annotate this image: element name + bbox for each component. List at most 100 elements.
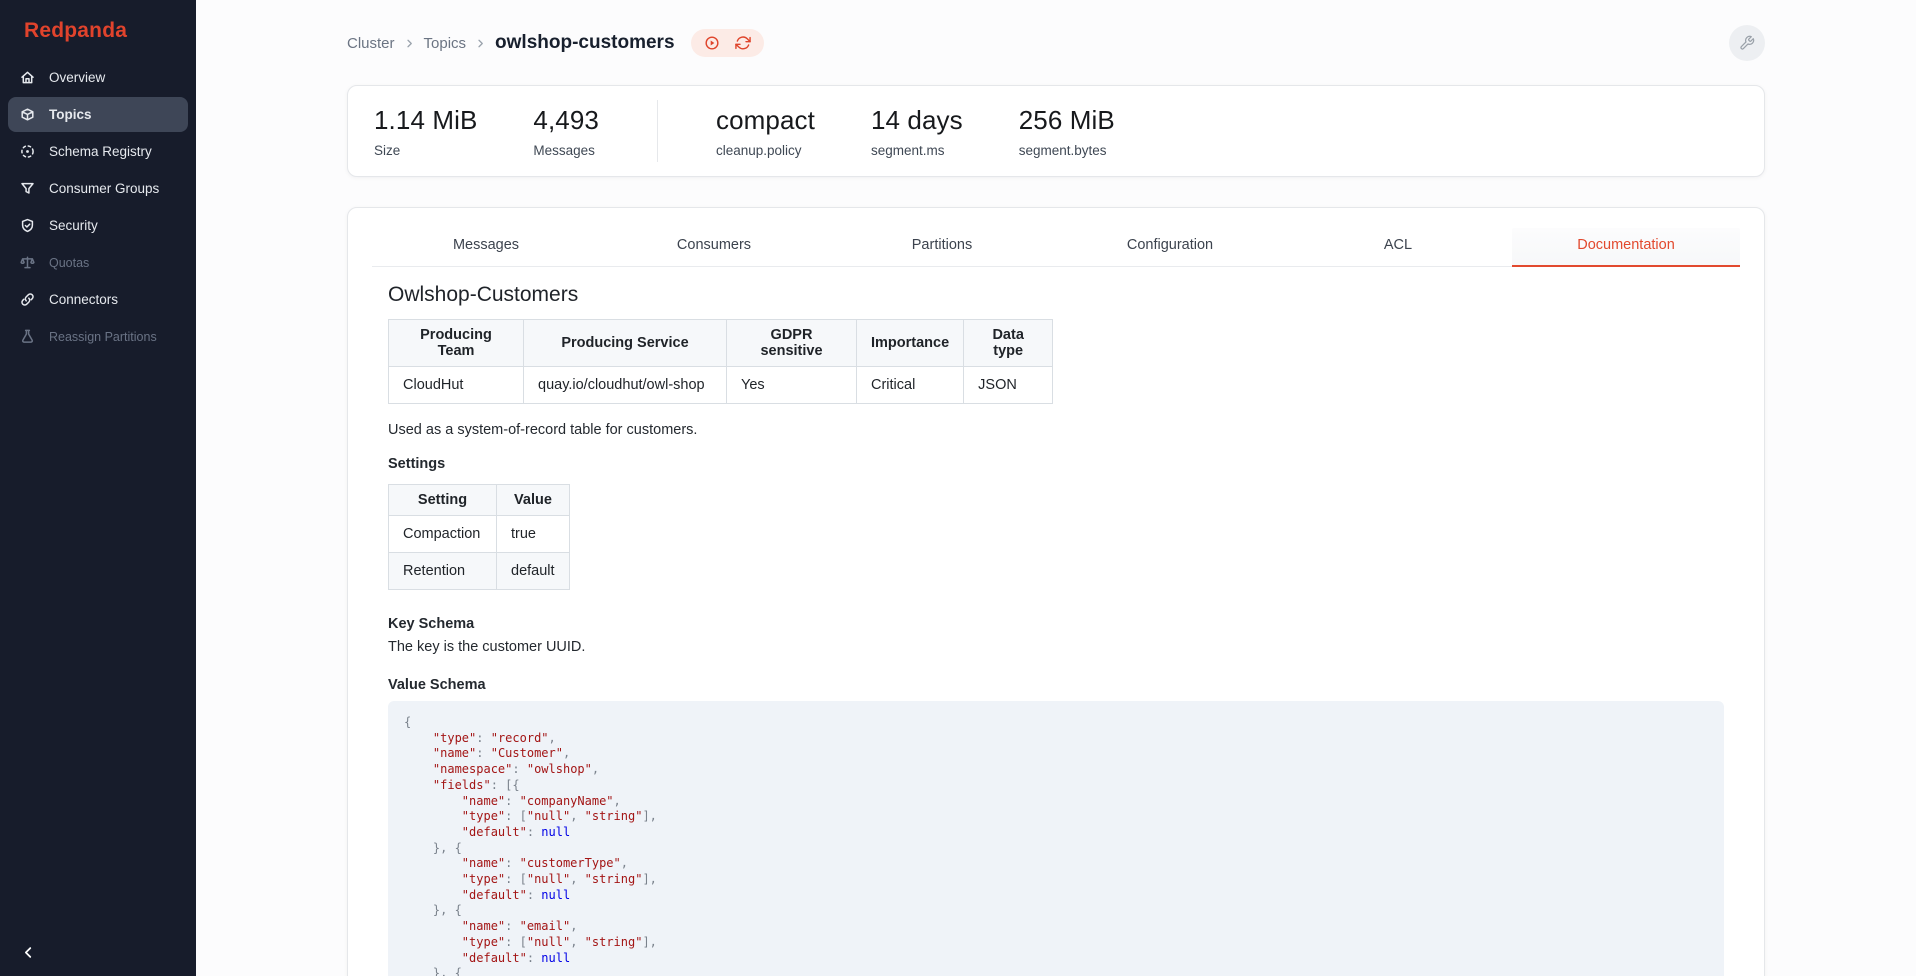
producing-info-table: Producing TeamProducing ServiceGDPR sens… (388, 319, 1053, 404)
sidebar-item-consumer-groups[interactable]: Consumer Groups (8, 171, 188, 206)
sidebar-item-schema-registry[interactable]: Schema Registry (8, 134, 188, 169)
sidebar: Redpanda Overview Topics Schema Registry… (0, 0, 196, 976)
table-cell: CloudHut (389, 367, 524, 404)
column-header-setting: Setting (389, 485, 497, 516)
code-line: "name": "Customer", (404, 746, 1708, 762)
chevron-right-icon (475, 38, 486, 49)
code-line: { (404, 715, 1708, 731)
tab-documentation[interactable]: Documentation (1512, 228, 1740, 267)
column-header-value: Value (497, 485, 570, 516)
admin-tools-button[interactable] (1729, 25, 1765, 61)
tab-acl[interactable]: ACL (1284, 228, 1512, 267)
doc-title: Owlshop-Customers (388, 283, 1724, 307)
sidebar-item-reassign-partitions[interactable]: Reassign Partitions (8, 319, 188, 354)
main-area: Cluster Topics owlshop-customers 1.14 MiB … (196, 0, 1916, 976)
sidebar-item-security[interactable]: Security (8, 208, 188, 243)
stat-segment-bytes: 256 MiB segment.bytes (1019, 105, 1115, 158)
table-cell: default (497, 553, 570, 590)
stat-label: segment.bytes (1019, 143, 1115, 158)
table-cell: Compaction (389, 516, 497, 553)
schema-registry-icon (19, 143, 36, 160)
stat-label: Size (374, 143, 477, 158)
stat-label: cleanup.policy (716, 143, 815, 158)
code-line: "type": "record", (404, 731, 1708, 747)
tab-partitions[interactable]: Partitions (828, 228, 1056, 267)
sidebar-item-quotas[interactable]: Quotas (8, 245, 188, 280)
code-line: "type": ["null", "string"], (404, 935, 1708, 951)
column-header-producing-team: Producing Team (389, 320, 524, 367)
tab-configuration[interactable]: Configuration (1056, 228, 1284, 267)
code-line: "name": "companyName", (404, 794, 1708, 810)
code-line: }, { (404, 966, 1708, 976)
stat-messages: 4,493 Messages (533, 105, 599, 158)
stat-label: segment.ms (871, 143, 963, 158)
column-header-data-type: Data type (964, 320, 1053, 367)
reassign-partitions-icon (19, 328, 36, 345)
code-line: "default": null (404, 825, 1708, 841)
code-line: }, { (404, 841, 1708, 857)
stat-value: 4,493 (533, 105, 599, 136)
redpanda-logo[interactable]: Redpanda (0, 0, 196, 44)
play-circle-icon (704, 35, 720, 51)
code-line: "fields": [{ (404, 778, 1708, 794)
table-row: CloudHutquay.io/cloudhut/owl-shopYesCrit… (389, 367, 1053, 404)
table-cell: quay.io/cloudhut/owl-shop (524, 367, 727, 404)
table-cell: true (497, 516, 570, 553)
topic-detail-card: MessagesConsumersPartitionsConfiguration… (347, 207, 1765, 976)
breadcrumb-current: owlshop-customers (495, 32, 674, 54)
home-icon (19, 69, 36, 86)
sidebar-item-overview[interactable]: Overview (8, 60, 188, 95)
tab-bar: MessagesConsumersPartitionsConfiguration… (372, 228, 1740, 267)
security-icon (19, 217, 36, 234)
code-line: "name": "customerType", (404, 856, 1708, 872)
topics-icon (19, 106, 36, 123)
refresh-icon (735, 35, 751, 51)
quotas-icon (19, 254, 36, 271)
sidebar-item-topics[interactable]: Topics (8, 97, 188, 132)
topic-actions (691, 29, 764, 57)
code-line: "type": ["null", "string"], (404, 872, 1708, 888)
topic-stats-card: 1.14 MiB Size 4,493 Messages compact cle… (347, 85, 1765, 177)
wrench-icon (1739, 35, 1755, 51)
code-line: }, { (404, 903, 1708, 919)
table-cell: Yes (727, 367, 857, 404)
column-header-gdpr-sensitive: GDPR sensitive (727, 320, 857, 367)
consumer-groups-icon (19, 180, 36, 197)
tab-consumers[interactable]: Consumers (600, 228, 828, 267)
connectors-icon (19, 291, 36, 308)
stat-value: 14 days (871, 105, 963, 136)
sidebar-collapse-button[interactable] (16, 940, 40, 964)
table-cell: Critical (857, 367, 964, 404)
stat-segment-ms: 14 days segment.ms (871, 105, 963, 158)
tab-messages[interactable]: Messages (372, 228, 600, 267)
code-line: "name": "email", (404, 919, 1708, 935)
table-cell: JSON (964, 367, 1053, 404)
settings-heading: Settings (388, 456, 1724, 472)
breadcrumb: Cluster Topics owlshop-customers (347, 32, 675, 54)
sidebar-item-connectors[interactable]: Connectors (8, 282, 188, 317)
value-schema-code-block: { "type": "record", "name": "Customer", … (388, 701, 1724, 976)
key-schema-heading: Key Schema (388, 616, 1724, 632)
value-schema-heading: Value Schema (388, 677, 1724, 693)
breadcrumb-link-cluster[interactable]: Cluster (347, 35, 395, 52)
refresh-button[interactable] (735, 35, 751, 51)
key-schema-text: The key is the customer UUID. (388, 639, 1724, 655)
settings-table: SettingValueCompactiontrueRetentiondefau… (388, 484, 570, 590)
column-header-producing-service: Producing Service (524, 320, 727, 367)
chevron-left-icon (21, 945, 36, 960)
sidebar-nav: Overview Topics Schema Registry Consumer… (0, 60, 196, 354)
table-cell: Retention (389, 553, 497, 590)
stat-size: 1.14 MiB Size (374, 105, 477, 158)
stat-value: compact (716, 105, 815, 136)
stat-label: Messages (533, 143, 599, 158)
code-line: "namespace": "owlshop", (404, 762, 1708, 778)
code-line: "default": null (404, 951, 1708, 967)
stat-value: 256 MiB (1019, 105, 1115, 136)
code-line: "default": null (404, 888, 1708, 904)
doc-description: Used as a system-of-record table for cus… (388, 422, 1724, 438)
breadcrumb-link-topics[interactable]: Topics (424, 35, 467, 52)
produce-record-button[interactable] (704, 35, 720, 51)
stat-divider (657, 100, 658, 162)
page-header: Cluster Topics owlshop-customers (347, 24, 1765, 62)
chevron-right-icon (404, 38, 415, 49)
